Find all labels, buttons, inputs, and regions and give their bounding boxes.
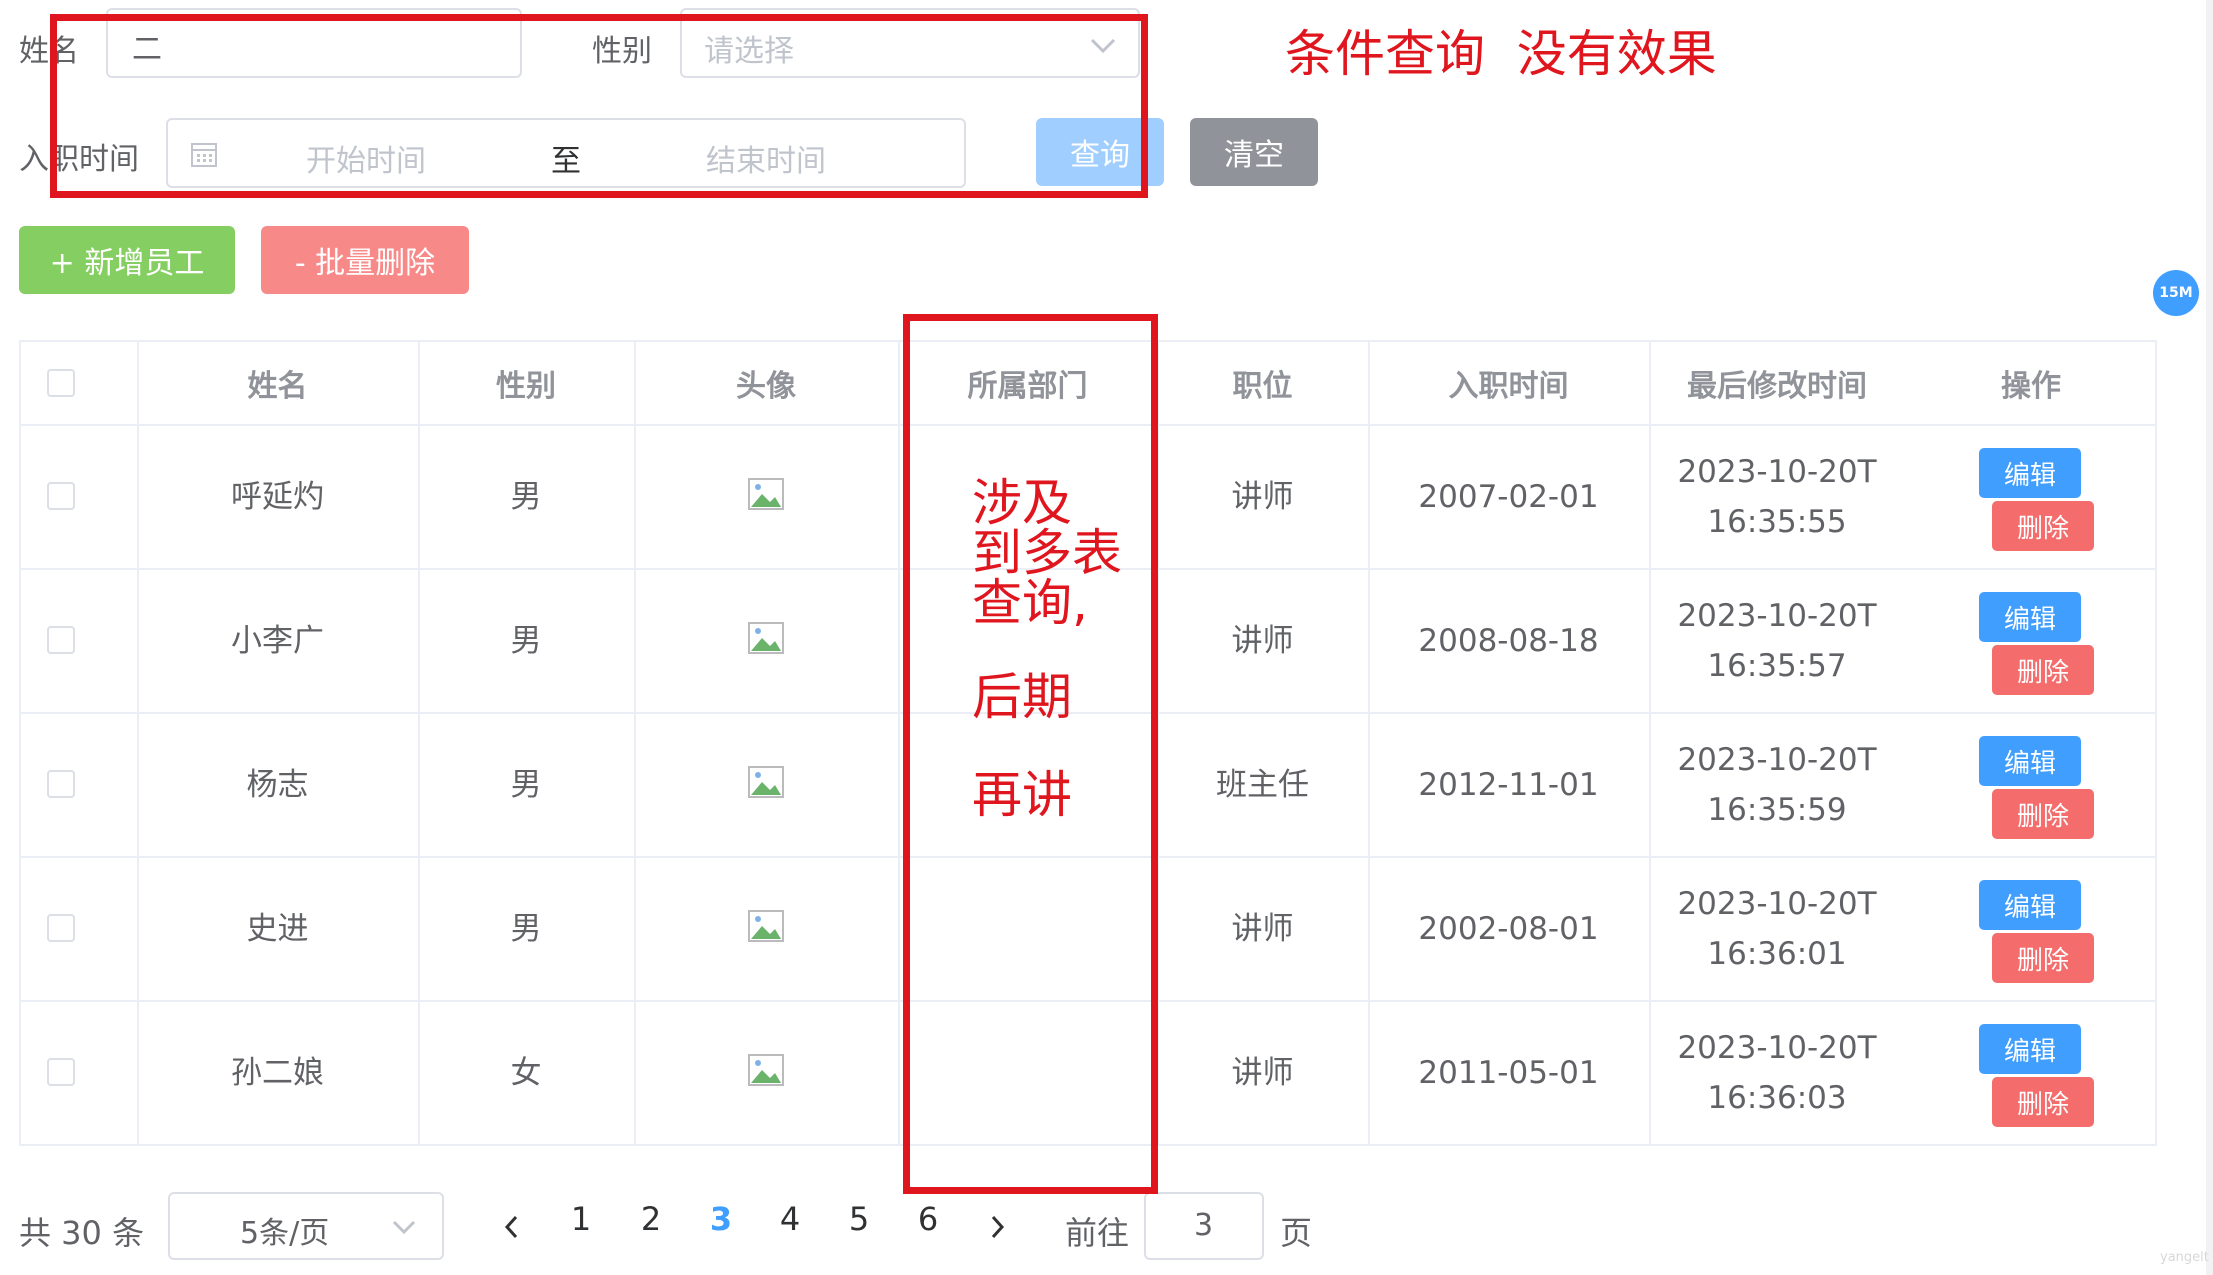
page-1[interactable]: 1 bbox=[561, 1200, 601, 1238]
goto-page-input[interactable]: 3 bbox=[1144, 1192, 1264, 1260]
update-date: 2023-10-20T bbox=[1677, 886, 1877, 922]
cell-job: 讲师 bbox=[1231, 623, 1294, 659]
update-date: 2023-10-20T bbox=[1677, 1030, 1877, 1066]
header-name: 姓名 bbox=[247, 369, 308, 404]
annotation-middle-text: 涉及 到多表 查询, 后期 再讲 bbox=[972, 478, 1122, 820]
cell-entry-date: 2002-08-01 bbox=[1418, 911, 1599, 947]
page-4[interactable]: 4 bbox=[770, 1200, 810, 1238]
cell-job: 讲师 bbox=[1231, 911, 1294, 947]
cell-entry-date: 2007-02-01 bbox=[1418, 479, 1599, 515]
row-checkbox[interactable] bbox=[47, 482, 75, 510]
cell-job: 班主任 bbox=[1216, 767, 1309, 803]
update-date: 2023-10-20T bbox=[1677, 742, 1877, 778]
header-actions: 操作 bbox=[2001, 369, 2061, 404]
annotation-box-search bbox=[50, 14, 1148, 198]
page-suffix: 页 bbox=[1280, 1214, 1313, 1252]
update-time: 16:35:55 bbox=[1707, 504, 1847, 540]
watermark: yangelt bbox=[2160, 1250, 2209, 1265]
update-time: 16:35:57 bbox=[1707, 648, 1847, 684]
goto-page-value: 3 bbox=[1194, 1208, 1214, 1243]
clear-button[interactable]: 清空 bbox=[1190, 118, 1318, 186]
annotation-line: 到多表 bbox=[972, 524, 1122, 582]
cell-gender: 女 bbox=[510, 1055, 542, 1091]
update-time: 16:36:03 bbox=[1707, 1080, 1847, 1116]
edit-button[interactable]: 编辑 bbox=[1979, 448, 2081, 498]
scrollbar[interactable] bbox=[2206, 0, 2213, 1275]
header-entry-date: 入职时间 bbox=[1448, 369, 1569, 404]
page-2[interactable]: 2 bbox=[631, 1200, 671, 1238]
row-checkbox[interactable] bbox=[47, 626, 75, 654]
edit-button[interactable]: 编辑 bbox=[1979, 736, 2081, 786]
row-checkbox[interactable] bbox=[47, 1058, 75, 1086]
add-employee-button[interactable]: + 新增员工 bbox=[19, 226, 235, 294]
cell-entry-date: 2008-08-18 bbox=[1418, 623, 1599, 659]
edit-button[interactable]: 编辑 bbox=[1979, 880, 2081, 930]
annotation-line: 涉及 bbox=[972, 474, 1072, 532]
floating-badge[interactable]: 15M bbox=[2153, 270, 2199, 316]
next-page-icon[interactable] bbox=[987, 1214, 1007, 1240]
cell-job: 讲师 bbox=[1231, 479, 1294, 515]
update-time: 16:35:59 bbox=[1707, 792, 1847, 828]
header-update-time: 最后修改时间 bbox=[1687, 369, 1867, 404]
broken-image-icon bbox=[748, 766, 784, 798]
annotation-line: 查询, bbox=[972, 574, 1088, 632]
delete-button[interactable]: 删除 bbox=[1992, 933, 2094, 983]
header-avatar: 头像 bbox=[736, 369, 796, 404]
update-date: 2023-10-20T bbox=[1677, 454, 1877, 490]
cell-name: 呼延灼 bbox=[231, 479, 324, 515]
cell-update-time: 2023-10-20T 16:36:03 bbox=[1649, 1002, 1905, 1144]
annotation-line: 后期 bbox=[972, 668, 1072, 726]
prev-page-icon[interactable] bbox=[502, 1214, 522, 1240]
delete-button[interactable]: 删除 bbox=[1992, 645, 2094, 695]
chevron-down-icon bbox=[392, 1220, 416, 1234]
edit-button[interactable]: 编辑 bbox=[1979, 592, 2081, 642]
cell-gender: 男 bbox=[510, 911, 542, 947]
cell-name: 小李广 bbox=[231, 623, 324, 659]
cell-gender: 男 bbox=[510, 767, 542, 803]
delete-button[interactable]: 删除 bbox=[1992, 789, 2094, 839]
header-job: 职位 bbox=[1232, 369, 1293, 404]
delete-button[interactable]: 删除 bbox=[1992, 1077, 2094, 1127]
annotation-line: 再讲 bbox=[972, 766, 1072, 824]
cell-name: 孙二娘 bbox=[231, 1055, 324, 1091]
update-date: 2023-10-20T bbox=[1677, 598, 1877, 634]
cell-update-time: 2023-10-20T 16:36:01 bbox=[1649, 858, 1905, 1000]
annotation-top-text: 条件查询 没有效果 bbox=[1285, 25, 1717, 83]
total-count: 共 30 条 bbox=[19, 1214, 145, 1252]
cell-name: 史进 bbox=[246, 911, 309, 947]
cell-update-time: 2023-10-20T 16:35:55 bbox=[1649, 426, 1905, 568]
broken-image-icon bbox=[748, 910, 784, 942]
header-gender: 性别 bbox=[496, 369, 556, 404]
delete-button[interactable]: 删除 bbox=[1992, 501, 2094, 551]
broken-image-icon bbox=[748, 1054, 784, 1086]
cell-gender: 男 bbox=[510, 623, 542, 659]
update-time: 16:36:01 bbox=[1707, 936, 1847, 972]
page-5[interactable]: 5 bbox=[839, 1200, 879, 1238]
broken-image-icon bbox=[748, 478, 784, 510]
cell-job: 讲师 bbox=[1231, 1055, 1294, 1091]
select-all-checkbox[interactable] bbox=[47, 369, 75, 397]
cell-update-time: 2023-10-20T 16:35:57 bbox=[1649, 570, 1905, 712]
batch-delete-button[interactable]: - 批量删除 bbox=[261, 226, 469, 294]
goto-label: 前往 bbox=[1065, 1214, 1130, 1252]
cell-update-time: 2023-10-20T 16:35:59 bbox=[1649, 714, 1905, 856]
cell-entry-date: 2012-11-01 bbox=[1418, 767, 1599, 803]
row-checkbox[interactable] bbox=[47, 770, 75, 798]
cell-entry-date: 2011-05-01 bbox=[1418, 1055, 1599, 1091]
page-size-select[interactable]: 5条/页 bbox=[168, 1192, 444, 1260]
row-checkbox[interactable] bbox=[47, 914, 75, 942]
cell-gender: 男 bbox=[510, 479, 542, 515]
page-size-value: 5条/页 bbox=[240, 1216, 330, 1251]
edit-button[interactable]: 编辑 bbox=[1979, 1024, 2081, 1074]
page-6[interactable]: 6 bbox=[908, 1200, 948, 1238]
page-3-current[interactable]: 3 bbox=[701, 1200, 741, 1238]
cell-name: 杨志 bbox=[246, 767, 309, 803]
broken-image-icon bbox=[748, 622, 784, 654]
